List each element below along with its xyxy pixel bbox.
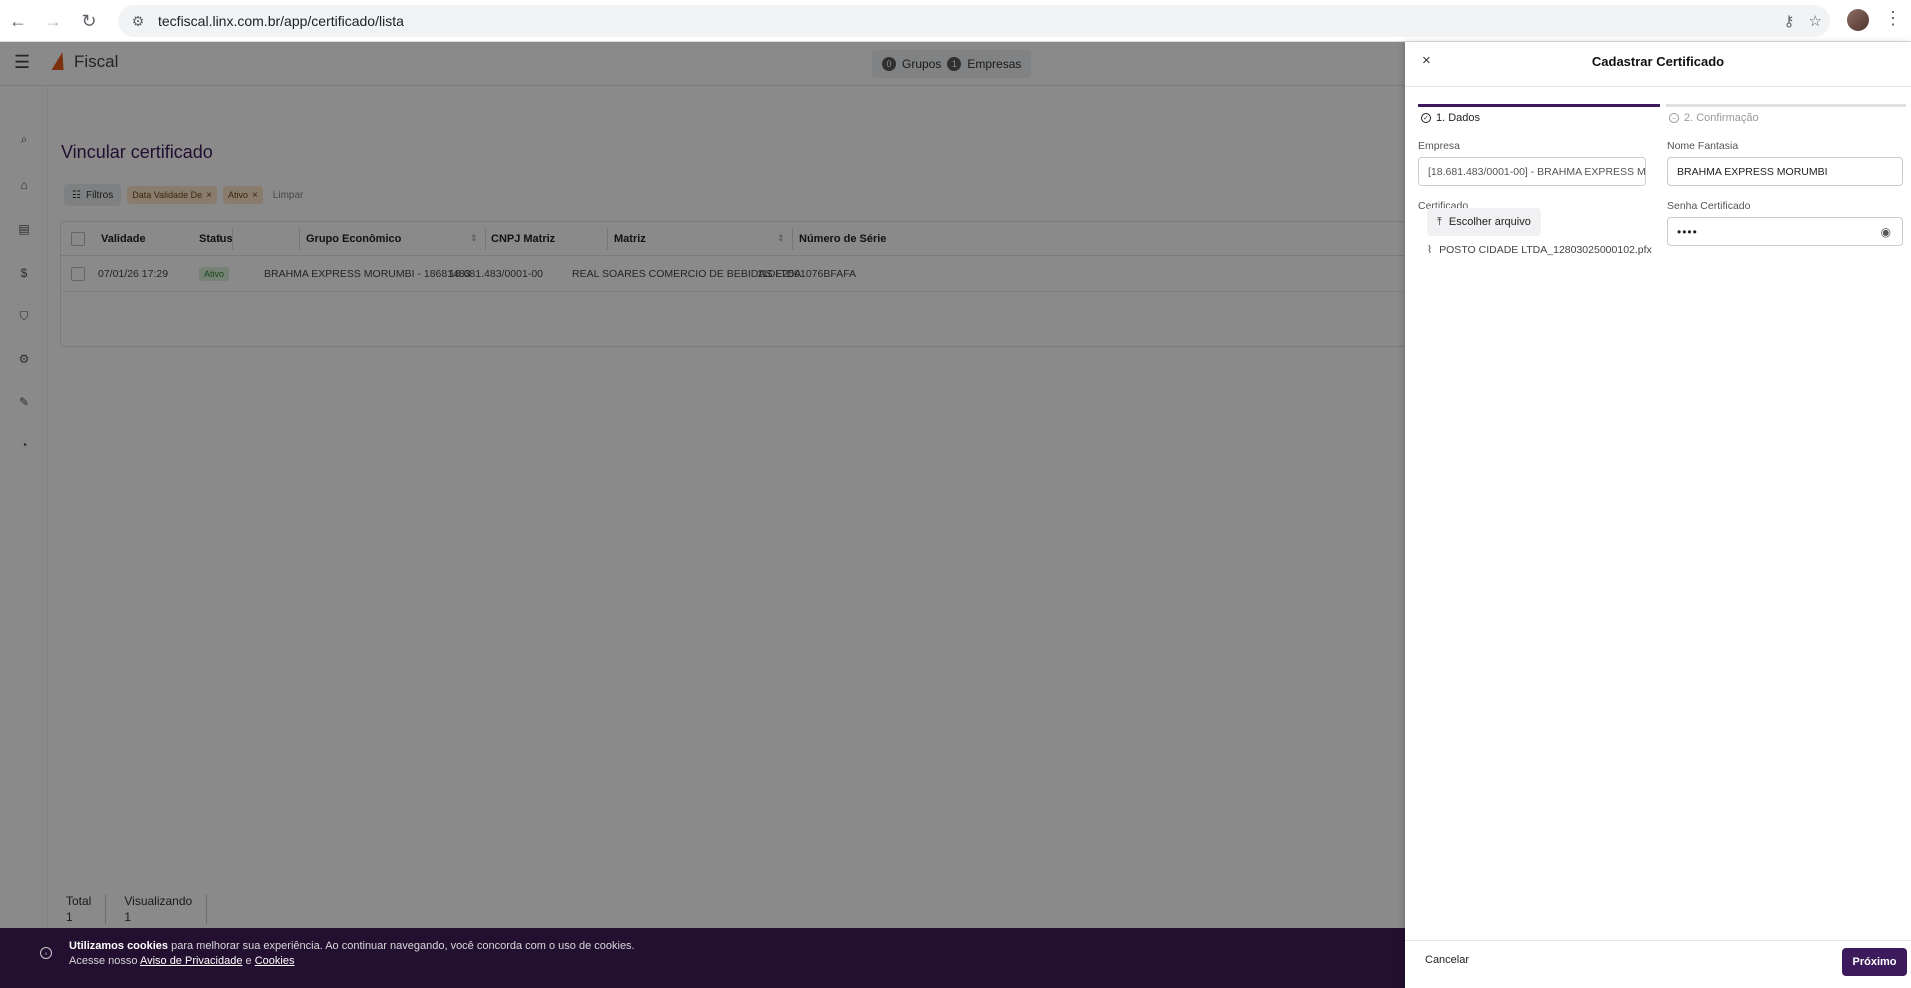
step-label: 2. Confirmação [1684, 112, 1759, 124]
paperclip-icon: ⌇ [1427, 244, 1433, 256]
empresa-label: Empresa [1418, 140, 1461, 152]
cookies-link[interactable]: Cookies [255, 955, 295, 967]
selected-file: ⌇ POSTO CIDADE LTDA_12803025000102.pfx [1427, 244, 1652, 256]
check-circle-icon: ✓ [1421, 113, 1431, 123]
cookie-text-line2: Acesse nosso Aviso de Privacidade e Cook… [69, 955, 294, 967]
step-confirmacao[interactable]: – 2. Confirmação [1669, 112, 1759, 124]
bookmark-star-icon[interactable]: ☆ [1809, 12, 1822, 30]
password-key-icon[interactable]: ⚷ [1784, 12, 1795, 30]
cancel-button[interactable]: Cancelar [1425, 954, 1469, 966]
browser-toolbar: ← → ↻ ⚙ tecfiscal.linx.com.br/app/certif… [0, 0, 1911, 42]
divider [1405, 940, 1911, 941]
register-certificate-drawer: × Cadastrar Certificado ✓ 1. Dados – 2. … [1405, 42, 1911, 988]
cookie-text-bold: Utilizamos cookies [69, 940, 169, 952]
profile-avatar[interactable] [1847, 9, 1869, 31]
senha-input[interactable]: •••• ◉ [1667, 217, 1903, 246]
back-icon[interactable]: ← [0, 3, 36, 39]
forward-icon[interactable]: → [35, 3, 71, 39]
cookie-text-line1: Utilizamos cookies para melhorar sua exp… [69, 940, 635, 952]
drawer-title: Cadastrar Certificado [1591, 54, 1725, 69]
senha-label: Senha Certificado [1667, 200, 1751, 212]
step-dados[interactable]: ✓ 1. Dados [1421, 112, 1480, 124]
address-bar[interactable]: ⚙ tecfiscal.linx.com.br/app/certificado/… [118, 5, 1830, 37]
cookie-line2-prefix: Acesse nosso [69, 955, 138, 967]
empresa-select[interactable]: [18.681.483/0001-00] - BRAHMA EXPRESS MO… [1418, 157, 1646, 186]
cookie-and: e [245, 955, 252, 967]
choose-file-label: Escolher arquivo [1448, 216, 1531, 228]
check-circle-icon: – [1669, 113, 1679, 123]
modal-backdrop[interactable] [0, 42, 1405, 988]
cookie-text-rest: para melhorar sua experiência. Ao contin… [171, 940, 635, 952]
site-info-icon[interactable]: ⚙ [122, 5, 154, 37]
step-label: 1. Dados [1436, 112, 1481, 124]
privacy-notice-link[interactable]: Aviso de Privacidade [140, 955, 243, 967]
eye-icon[interactable]: ◉ [1881, 225, 1892, 239]
file-name-text: POSTO CIDADE LTDA_12803025000102.pfx [1439, 244, 1652, 256]
step-progress-active [1418, 104, 1660, 107]
reload-icon[interactable]: ↻ [71, 3, 107, 39]
cookie-icon: ◦ [40, 947, 52, 959]
nome-fantasia-input[interactable]: BRAHMA EXPRESS MORUMBI [1667, 157, 1903, 186]
step-progress-inactive [1666, 104, 1906, 107]
url-text[interactable]: tecfiscal.linx.com.br/app/certificado/li… [158, 13, 404, 29]
browser-menu-icon[interactable]: ⋮ [1884, 8, 1902, 29]
upload-icon: ⤒ [1437, 215, 1442, 228]
senha-value: •••• [1677, 224, 1698, 239]
nome-fantasia-label: Nome Fantasia [1667, 140, 1739, 152]
divider [1405, 86, 1911, 87]
cookie-banner: ◦ Utilizamos cookies para melhorar sua e… [0, 928, 1405, 988]
next-button[interactable]: Próximo [1842, 948, 1907, 976]
choose-file-button[interactable]: ⤒ Escolher arquivo [1427, 208, 1541, 236]
